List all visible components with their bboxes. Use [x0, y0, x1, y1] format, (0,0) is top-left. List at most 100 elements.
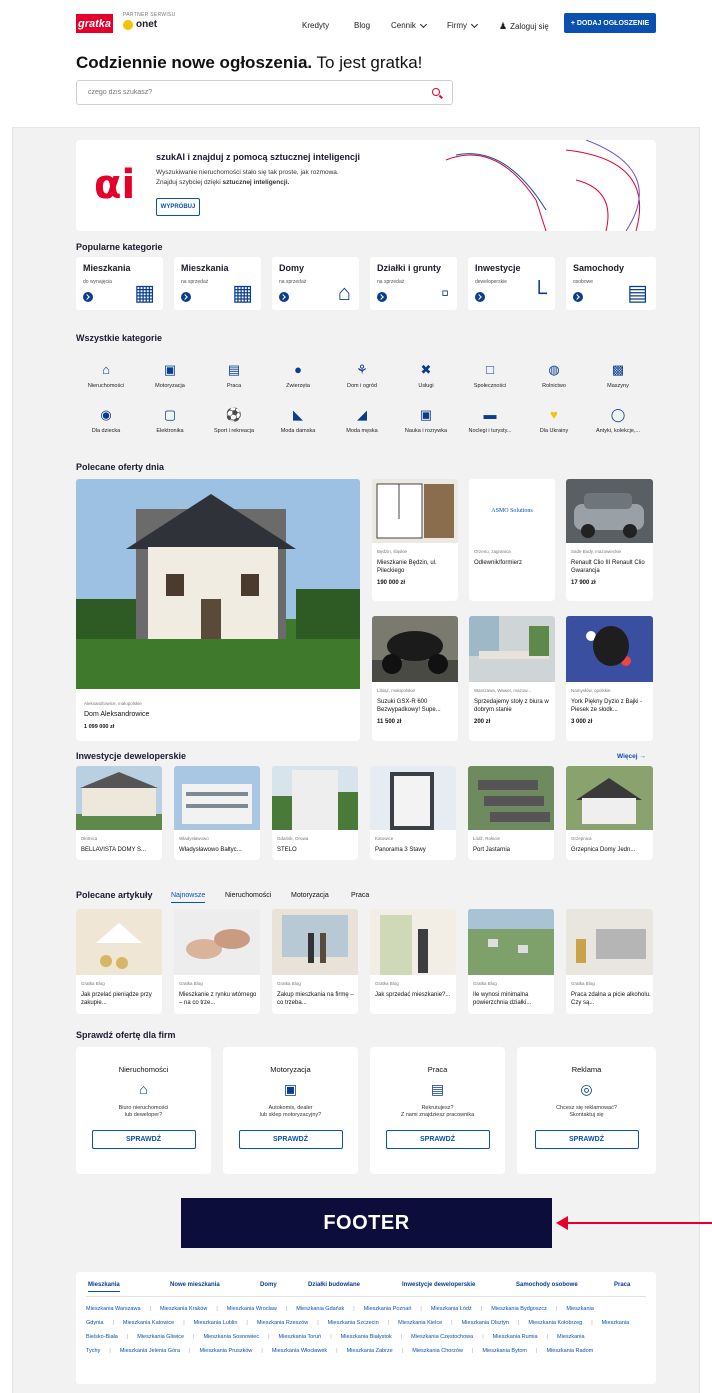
footer-link[interactable]: Mieszkania Olsztyn: [462, 1320, 509, 1326]
footer-link[interactable]: Mieszkania Poznań: [364, 1306, 412, 1312]
gratka-logo[interactable]: gratka: [76, 14, 113, 33]
category-machines[interactable]: ▩ Maszyny: [583, 361, 653, 389]
category-animals[interactable]: ● Zwierzęta: [263, 361, 333, 389]
investment-card[interactable]: Grzepnica Grzepnica Domy Jedn...: [566, 766, 653, 860]
footer-link[interactable]: Mieszkania Bytom: [482, 1348, 527, 1354]
nav-firmy[interactable]: Firmy: [447, 20, 479, 30]
footer-link[interactable]: Mieszkania Zabrze: [347, 1348, 393, 1354]
category-services[interactable]: ✖ Usługi: [391, 361, 461, 389]
add-listing-button[interactable]: + DODAJ OGŁOSZENIE: [564, 13, 656, 33]
footer-tab-apartments[interactable]: Mieszkania: [88, 1282, 120, 1292]
tab-jobs[interactable]: Praca: [351, 892, 369, 899]
footer-tab-houses[interactable]: Domy: [260, 1282, 277, 1288]
nav-blog[interactable]: Blog: [354, 21, 370, 30]
category-communities[interactable]: □ Społeczności: [455, 361, 525, 389]
footer-link[interactable]: Mieszkania Rzeszów: [257, 1320, 308, 1326]
search-input[interactable]: [77, 81, 407, 104]
footer-tab-plots[interactable]: Działki budowlane: [308, 1282, 360, 1288]
footer-tab-new-apartments[interactable]: Nowe mieszkania: [170, 1282, 220, 1288]
more-link[interactable]: Więcej →: [617, 753, 646, 760]
category-agriculture[interactable]: ◍ Rolnictwo: [519, 361, 589, 389]
footer-link[interactable]: Mieszkania Radom: [546, 1348, 593, 1354]
investment-card[interactable]: Katowice Panorama 3 Stawy: [370, 766, 456, 860]
offer-card[interactable]: Będzin, śląskie Mieszkanie Będzin, ul. P…: [372, 479, 458, 601]
footer-link[interactable]: Mieszkania Kołobrzeg: [528, 1320, 582, 1326]
category-antiques[interactable]: ◯ Antyki, kolekcje,...: [583, 406, 653, 434]
footer-tab-jobs[interactable]: Praca: [614, 1282, 630, 1288]
category-womens-fashion[interactable]: ◣ Moda damska: [263, 406, 333, 434]
investment-card[interactable]: Władysławowo Władysławowo Bałtyc...: [174, 766, 260, 860]
footer-link[interactable]: Mieszkania Toruń: [279, 1334, 322, 1340]
nav-cennik[interactable]: Cennik: [391, 20, 427, 30]
article-card[interactable]: Gratka Blog Ile wynosi minimalna powierz…: [468, 909, 554, 1014]
footer-link[interactable]: Mieszkania Kraków: [160, 1306, 207, 1312]
offer-card[interactable]: Namysłów, opolskie York Piękny Dyzio z B…: [566, 616, 653, 741]
tab-automotive[interactable]: Motoryzacja: [291, 892, 329, 899]
footer-link[interactable]: Mieszkania Częstochowa: [411, 1334, 473, 1340]
footer-link[interactable]: Mieszkania Rumia: [493, 1334, 538, 1340]
popular-houses[interactable]: Domy na sprzedaż ⌂: [272, 257, 359, 310]
article-card[interactable]: Gratka Blog Jak sprzedać mieszkanie?...: [370, 909, 456, 1014]
check-button[interactable]: SPRAWDŹ: [534, 1130, 639, 1149]
footer-link[interactable]: Mieszkania Kielce: [398, 1320, 442, 1326]
check-button[interactable]: SPRAWDŹ: [91, 1130, 196, 1149]
nav-kredyty[interactable]: Kredyty: [302, 21, 329, 30]
article-card[interactable]: Gratka Blog Mieszkanie z rynku wtórnego …: [174, 909, 260, 1014]
try-button[interactable]: WYPRÓBUJ: [156, 198, 200, 216]
category-learning-fun[interactable]: ▣ Nauka i rozrywka: [391, 406, 461, 434]
category-ukraine[interactable]: ♥ Dla Ukrainy: [519, 406, 589, 434]
footer-link[interactable]: Mieszkania Gdańsk: [296, 1306, 344, 1312]
tab-newest[interactable]: Najnowsze: [171, 892, 206, 903]
article-card[interactable]: Gratka Blog Zakup mieszkania na firmę – …: [272, 909, 358, 1014]
check-button[interactable]: SPRAWDŹ: [238, 1130, 343, 1149]
footer-tab-cars[interactable]: Samochody osobowe: [516, 1282, 578, 1288]
tab-real-estate[interactable]: Nieruchomości: [225, 892, 271, 899]
footer-link[interactable]: Mieszkania Warszawa: [86, 1306, 141, 1312]
footer-link[interactable]: Mieszkania Pruszków: [199, 1348, 252, 1354]
category-sport[interactable]: ⚽ Sport i rekreacja: [199, 406, 269, 434]
category-home-garden[interactable]: ⚘ Dom i ogród: [327, 361, 397, 389]
offer-card[interactable]: ASMO Solutions Orzeno, zagranica Odlewni…: [469, 479, 555, 601]
popular-plots[interactable]: Działki i grunty na sprzedaż ▫: [370, 257, 457, 310]
category-electronics[interactable]: ▢ Elektronika: [135, 406, 205, 434]
footer-link[interactable]: Mieszkania Lublin: [194, 1320, 238, 1326]
article-card[interactable]: Gratka Blog Jak przelać pieniądze przy z…: [76, 909, 162, 1014]
footer-link[interactable]: Mieszkania Sosnowiec: [203, 1334, 259, 1340]
popular-cars[interactable]: Samochody osobowe ▤: [566, 257, 656, 310]
offer-card[interactable]: Libiąż, małopolskie Suzuki GSX-R 600 Bez…: [372, 616, 458, 741]
category-lodging[interactable]: ▬ Noclegi i turysty...: [455, 406, 525, 434]
category-automotive[interactable]: ▣ Motoryzacja: [135, 361, 205, 389]
footer-link[interactable]: Mieszkania Gliwice: [137, 1334, 184, 1340]
footer-link[interactable]: Mieszkania Chorzów: [412, 1348, 463, 1354]
category-label: Dla Ukrainy: [539, 428, 569, 434]
footer-link[interactable]: Mieszkania Jelenia Góra: [120, 1348, 180, 1354]
investment-card[interactable]: Dłotnica BELLAVISTA DOMY S...: [76, 766, 162, 860]
featured-offer[interactable]: Aleksandrowice, małopolskie Dom Aleksand…: [76, 479, 360, 741]
target-icon: ◎: [580, 1081, 593, 1097]
popular-title: Mieszkania: [181, 263, 229, 273]
footer-link[interactable]: Mieszkania Szczecin: [328, 1320, 379, 1326]
popular-apartments-rent[interactable]: Mieszkania do wynajęcia ▦: [76, 257, 163, 310]
footer-tab-investments[interactable]: Inwestycje deweloperskie: [402, 1282, 475, 1288]
footer-link[interactable]: Mieszkania Katowice: [123, 1320, 174, 1326]
article-card[interactable]: Gratka Blog Praca zdalna a picie alkohol…: [566, 909, 653, 1014]
offer-card[interactable]: Sade Budy, mazowieckie Renault Clio III …: [566, 479, 653, 601]
category-jobs[interactable]: ▤ Praca: [199, 361, 269, 389]
footer-link[interactable]: Mieszkania Wrocław: [227, 1306, 277, 1312]
category-real-estate[interactable]: ⌂ Nieruchomości: [71, 361, 141, 389]
investment-card[interactable]: Łódź, Rokicie Port Jastarnia: [468, 766, 554, 860]
category-mens-fashion[interactable]: ◢ Moda męska: [327, 406, 397, 434]
footer-link[interactable]: Mieszkania Bydgoszcz: [491, 1306, 547, 1312]
search-icon[interactable]: [432, 88, 440, 96]
offer-card[interactable]: Warszawa, Wawer, mazow... Sprzedajemy st…: [469, 616, 555, 741]
category-kids[interactable]: ◉ Dla dziecka: [71, 406, 141, 434]
footer-link[interactable]: Mieszkania Włocławek: [272, 1348, 327, 1354]
footer-link[interactable]: Mieszkania Białystok: [341, 1334, 392, 1340]
offer-location: Aleksandrowice, małopolskie: [84, 701, 142, 706]
check-button[interactable]: SPRAWDŹ: [385, 1130, 490, 1149]
login-link[interactable]: ♟ Zaloguj się: [499, 21, 549, 32]
footer-link[interactable]: Mieszkania Łódź: [431, 1306, 472, 1312]
popular-apartments-sale[interactable]: Mieszkania na sprzedaż ▦: [174, 257, 261, 310]
popular-investments[interactable]: Inwestycje deweloperskie └: [468, 257, 555, 310]
investment-card[interactable]: Gdańsk, Oruwa STELO: [272, 766, 358, 860]
